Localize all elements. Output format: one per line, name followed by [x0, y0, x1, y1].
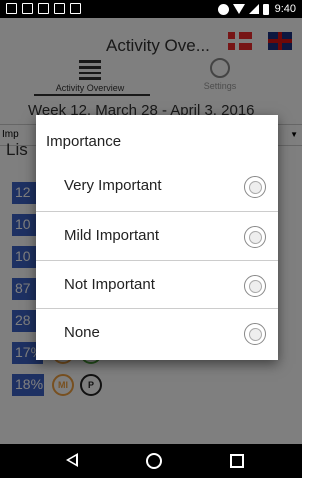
gallery-icon	[38, 3, 49, 14]
do-not-disturb-icon	[217, 3, 229, 15]
radio-button[interactable]	[244, 275, 266, 297]
back-icon[interactable]	[66, 453, 78, 467]
radio-button[interactable]	[244, 176, 266, 198]
option-very-important[interactable]: Very Important	[36, 162, 278, 210]
notification-icons	[6, 3, 81, 14]
option-none[interactable]: None	[36, 309, 278, 357]
navigation-bar	[0, 444, 302, 478]
dialog-title: Importance	[46, 133, 122, 150]
option-label: None	[64, 324, 100, 341]
wifi-icon	[232, 4, 245, 14]
option-label: Mild Important	[64, 227, 160, 244]
importance-dialog: Importance Very Important Mild Important…	[36, 115, 278, 360]
system-icons: 9:40	[217, 3, 296, 15]
home-icon[interactable]	[146, 453, 162, 469]
gallery-icon	[22, 3, 33, 14]
option-mild-important[interactable]: Mild Important	[36, 212, 278, 260]
android-icon	[70, 3, 81, 14]
option-label: Not Important	[64, 276, 155, 293]
notification-icon	[6, 3, 17, 14]
download-icon	[54, 3, 65, 14]
clock: 9:40	[274, 3, 296, 15]
signal-icon	[248, 4, 259, 14]
option-label: Very Important	[64, 177, 162, 194]
radio-button[interactable]	[244, 323, 266, 345]
status-bar: 9:40	[0, 0, 302, 18]
recent-apps-icon[interactable]	[230, 454, 244, 468]
battery-icon	[262, 3, 269, 15]
option-not-important[interactable]: Not Important	[36, 261, 278, 309]
radio-button[interactable]	[244, 226, 266, 248]
